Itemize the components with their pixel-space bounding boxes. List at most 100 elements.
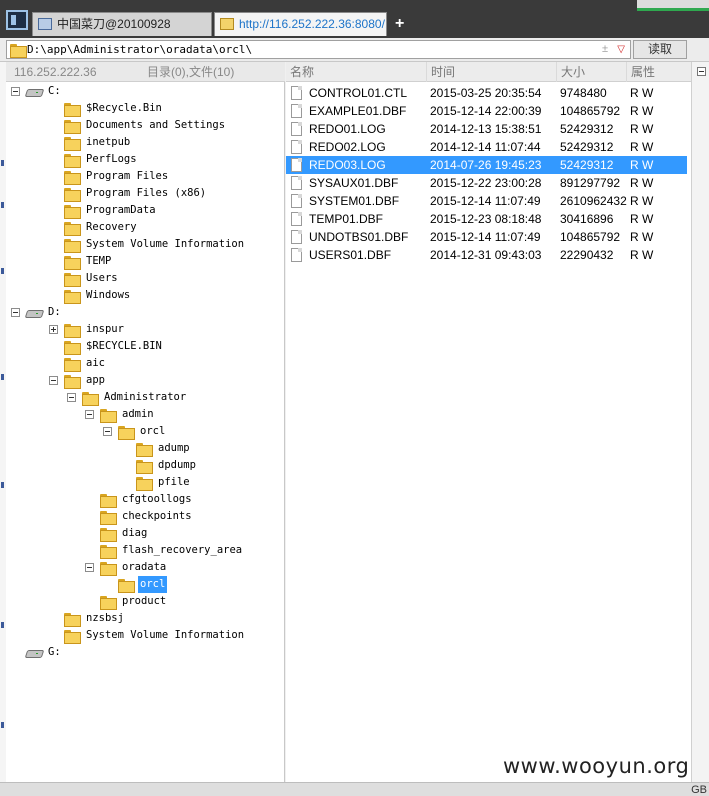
file-icon — [291, 176, 302, 190]
folder-icon — [64, 375, 81, 389]
file-icon — [291, 140, 302, 154]
file-time: 2015-12-23 08:18:48 — [430, 212, 542, 226]
file-name: UNDOTBS01.DBF — [309, 230, 409, 244]
encoding-indicator[interactable]: GB — [691, 784, 707, 796]
new-tab-button[interactable]: + — [395, 14, 404, 34]
folder-icon — [64, 205, 81, 219]
tree-label: Program Files (x86) — [86, 187, 207, 199]
folder-icon — [64, 256, 81, 270]
folder-icon — [100, 528, 117, 542]
file-row[interactable]: REDO03.LOG 2014-07-26 19:45:23 52429312 R W — [286, 156, 687, 174]
folder-icon — [100, 511, 117, 525]
file-time: 2015-12-14 11:07:49 — [430, 230, 541, 244]
file-icon — [291, 104, 302, 118]
path-input[interactable]: D:\app\Administrator\oradata\orcl\ ± ▽ — [6, 40, 631, 59]
tree-label: Recovery — [86, 221, 137, 233]
file-size: 9748480 — [560, 86, 607, 100]
tree-label: oradata — [122, 561, 167, 573]
file-attr: R W — [630, 122, 654, 136]
collapse-icon[interactable] — [85, 563, 94, 572]
folder-icon — [64, 324, 81, 338]
file-row[interactable]: TEMP01.DBF 2015-12-23 08:18:48 30416896 R W — [286, 210, 687, 228]
file-size: 52429312 — [560, 122, 614, 136]
tree-label: C: — [48, 85, 61, 97]
tree-label: G: — [48, 646, 61, 658]
app-menu-icon[interactable] — [6, 10, 28, 30]
file-size: 22290432 — [560, 248, 614, 262]
folder-icon — [64, 613, 81, 627]
tree-label: cfgtoollogs — [122, 493, 192, 505]
folder-icon — [100, 494, 117, 508]
folder-icon — [64, 222, 81, 236]
up-arrow-icon[interactable]: ± — [602, 41, 608, 58]
column-header-size[interactable]: 大小 — [556, 62, 585, 82]
host-ip: 116.252.222.36 — [14, 65, 97, 79]
file-name: TEMP01.DBF — [309, 212, 384, 226]
watermark: www.wooyun.org — [503, 754, 690, 778]
file-icon — [291, 248, 302, 262]
collapse-icon[interactable] — [11, 87, 20, 96]
file-attr: R W — [630, 104, 654, 118]
status-bar: GB — [0, 782, 709, 796]
folder-icon — [64, 154, 81, 168]
file-name: REDO01.LOG — [309, 122, 386, 136]
file-name: SYSAUX01.DBF — [309, 176, 399, 190]
file-row[interactable]: UNDOTBS01.DBF 2015-12-14 11:07:49 10486579… — [286, 228, 687, 246]
tree-label: nzsbsj — [86, 612, 124, 624]
column-header-time[interactable]: 时间 — [426, 62, 455, 82]
tab-chopper[interactable]: 中国菜刀@20100928 — [32, 12, 212, 36]
file-row[interactable]: CONTROL01.CTL 2015-03-25 20:35:54 9748480 R… — [286, 84, 687, 102]
tab-target-url[interactable]: http://116.252.222.36:8080/... — [214, 12, 387, 36]
file-row[interactable]: REDO02.LOG 2014-12-14 11:07:44 52429312 R W — [286, 138, 687, 156]
tree-label: adump — [158, 442, 190, 454]
tab-bar: 中国菜刀@20100928 http://116.252.222.36:8080… — [0, 0, 709, 38]
collapse-toggle-icon[interactable] — [697, 67, 706, 76]
collapse-icon[interactable] — [85, 410, 94, 419]
tree-label: ProgramData — [86, 204, 156, 216]
tree-label: checkpoints — [122, 510, 192, 522]
collapse-icon[interactable] — [67, 393, 76, 402]
tree-label: System Volume Information — [86, 629, 245, 641]
file-attr: R W — [630, 248, 654, 262]
column-header-name[interactable]: 名称 — [286, 62, 314, 82]
file-time: 2015-12-22 23:00:28 — [430, 176, 542, 190]
folder-icon — [118, 579, 135, 593]
tree-label: app — [86, 374, 105, 386]
file-list[interactable]: CONTROL01.CTL 2015-03-25 20:35:54 9748480 R… — [286, 82, 691, 782]
file-row[interactable]: SYSAUX01.DBF 2015-12-22 23:00:28 891297792… — [286, 174, 687, 192]
collapse-icon[interactable] — [103, 427, 112, 436]
file-size: 104865792 — [560, 230, 621, 244]
folder-icon — [136, 460, 153, 474]
file-row[interactable]: EXAMPLE01.DBF 2015-12-14 22:00:39 10486579… — [286, 102, 687, 120]
folder-icon — [100, 545, 117, 559]
expand-icon[interactable] — [49, 325, 58, 334]
collapse-icon[interactable] — [11, 308, 20, 317]
file-name: EXAMPLE01.DBF — [309, 104, 407, 118]
read-button[interactable]: 读取 — [633, 40, 687, 59]
tree-label: Windows — [86, 289, 131, 301]
column-header-attr[interactable]: 属性 — [626, 62, 655, 82]
file-row[interactable]: USERS01.DBF 2014-12-31 09:43:03 22290432 R … — [286, 246, 687, 264]
file-name: CONTROL01.CTL — [309, 86, 408, 100]
file-size: 2610962432 — [560, 194, 627, 208]
folder-icon — [220, 18, 234, 30]
directory-tree[interactable]: C: $Recycle.Bin Documents and Settings inet… — [6, 82, 285, 782]
file-attr: R W — [630, 230, 654, 244]
file-attr: R W — [630, 176, 654, 190]
folder-icon — [118, 426, 135, 440]
file-name: REDO03.LOG — [309, 158, 386, 172]
folder-icon — [64, 239, 81, 253]
file-icon — [291, 86, 302, 100]
window-icon — [38, 18, 52, 30]
tree-label: product — [122, 595, 167, 607]
file-attr: R W — [630, 140, 654, 154]
file-attr: R W — [630, 212, 654, 226]
folder-icon — [64, 341, 81, 355]
collapse-icon[interactable] — [49, 376, 58, 385]
chevron-down-icon[interactable]: ▽ — [617, 41, 625, 58]
file-time: 2015-12-14 11:07:49 — [430, 194, 541, 208]
tree-label: admin — [122, 408, 154, 420]
file-row[interactable]: SYSTEM01.DBF 2015-12-14 11:07:49 261096243… — [286, 192, 687, 210]
tree-label: orcl — [140, 425, 166, 437]
file-row[interactable]: REDO01.LOG 2014-12-13 15:38:51 52429312 R W — [286, 120, 687, 138]
